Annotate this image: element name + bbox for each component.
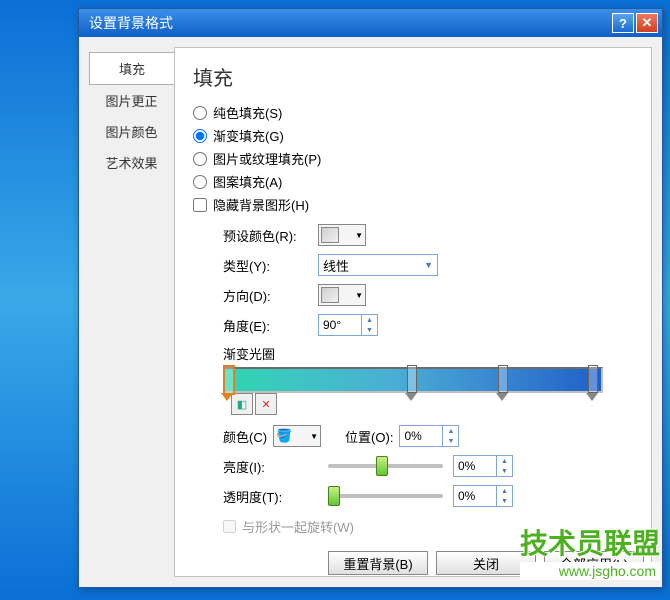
chevron-down-icon: ▼ [310, 432, 318, 441]
gradient-settings: 预设颜色(R): ▼ 类型(Y): 线性 ▼ 方向(D): [193, 224, 633, 336]
transparency-slider[interactable] [328, 494, 443, 498]
spinner-down-icon[interactable]: ▼ [442, 436, 458, 446]
spinner-up-icon[interactable]: ▲ [496, 456, 512, 466]
watermark-text: 技术员联盟 [520, 522, 660, 562]
checkbox-hide-bg-input[interactable] [193, 198, 207, 212]
transparency-label: 透明度(T): [223, 487, 318, 506]
chevron-down-icon: ▼ [355, 291, 363, 300]
radio-pattern-fill[interactable]: 图案填充(A) [193, 172, 633, 191]
gradient-stops-row: ◧ ✕ [223, 367, 633, 415]
preset-color-label: 预设颜色(R): [223, 226, 318, 245]
spinner-down-icon[interactable]: ▼ [496, 466, 512, 476]
dialog-body: 填充 图片更正 图片颜色 艺术效果 填充 纯色填充(S) 渐变填充(G) 图片或… [79, 37, 662, 587]
direction-dropdown[interactable]: ▼ [318, 284, 366, 306]
transparency-thumb[interactable] [328, 486, 340, 506]
preset-swatch-icon [321, 227, 339, 243]
spinner-down-icon[interactable]: ▼ [496, 496, 512, 506]
titlebar: 设置背景格式 ? ✕ [79, 9, 662, 37]
radio-picture-input[interactable] [193, 152, 207, 166]
brightness-label: 亮度(I): [223, 457, 318, 476]
gradient-stop-2[interactable] [405, 365, 417, 399]
brightness-spinner[interactable]: 0% ▲ ▼ [453, 455, 513, 477]
rotate-label: 与形状一起旋转(W) [242, 517, 354, 536]
transparency-spinner[interactable]: 0% ▲ ▼ [453, 485, 513, 507]
transparency-value: 0% [458, 489, 475, 503]
radio-gradient-input[interactable] [193, 129, 207, 143]
format-background-dialog: 设置背景格式 ? ✕ 填充 图片更正 图片颜色 艺术效果 填充 纯色填充(S) … [78, 8, 663, 588]
help-button[interactable]: ? [612, 13, 634, 33]
radio-solid-fill[interactable]: 纯色填充(S) [193, 103, 633, 122]
remove-stop-icon: ✕ [261, 398, 270, 411]
gradient-bar[interactable] [223, 367, 603, 393]
brightness-slider[interactable] [328, 464, 443, 468]
panel-title: 填充 [193, 62, 633, 91]
spinner-up-icon[interactable]: ▲ [442, 426, 458, 436]
checkbox-hide-background[interactable]: 隐藏背景图形(H) [193, 195, 633, 214]
spinner-down-icon[interactable]: ▼ [361, 325, 377, 335]
direction-label: 方向(D): [223, 286, 318, 305]
sidebar-item-fill[interactable]: 填充 [89, 52, 174, 85]
radio-pattern-input[interactable] [193, 175, 207, 189]
type-value: 线性 [323, 256, 349, 275]
main-panel: 填充 纯色填充(S) 渐变填充(G) 图片或纹理填充(P) 图案填充(A) 隐藏… [174, 47, 652, 577]
add-stop-button[interactable]: ◧ [231, 393, 253, 415]
close-button[interactable]: ✕ [636, 13, 658, 33]
type-select[interactable]: 线性 ▼ [318, 254, 438, 276]
watermark-url: www.jsgho.com [520, 562, 660, 580]
brightness-thumb[interactable] [376, 456, 388, 476]
titlebar-title: 设置背景格式 [89, 13, 610, 33]
position-label: 位置(O): [345, 427, 393, 446]
remove-stop-button[interactable]: ✕ [255, 393, 277, 415]
angle-spinner[interactable]: 90° ▲ ▼ [318, 314, 378, 336]
position-spinner[interactable]: 0% ▲ ▼ [399, 425, 459, 447]
angle-label: 角度(E): [223, 316, 318, 335]
reset-background-button[interactable]: 重置背景(B) [328, 551, 428, 575]
spinner-up-icon[interactable]: ▲ [496, 486, 512, 496]
color-label: 颜色(C) [223, 427, 267, 446]
type-label: 类型(Y): [223, 256, 318, 275]
watermark: 技术员联盟 www.jsgho.com [520, 522, 660, 580]
checkbox-hide-bg-label: 隐藏背景图形(H) [213, 195, 309, 214]
brightness-value: 0% [458, 459, 475, 473]
radio-gradient-label: 渐变填充(G) [213, 126, 284, 145]
radio-solid-input[interactable] [193, 106, 207, 120]
position-value: 0% [404, 429, 421, 443]
sidebar-item-picture-color[interactable]: 图片颜色 [89, 116, 174, 147]
direction-swatch-icon [321, 287, 339, 303]
radio-solid-label: 纯色填充(S) [213, 103, 282, 122]
rotate-checkbox [223, 520, 236, 533]
radio-picture-label: 图片或纹理填充(P) [213, 149, 321, 168]
gradient-stop-4[interactable] [586, 365, 598, 399]
gradient-stop-1[interactable] [221, 365, 233, 399]
chevron-down-icon: ▼ [424, 260, 433, 270]
preset-color-dropdown[interactable]: ▼ [318, 224, 366, 246]
gradient-stop-3[interactable] [496, 365, 508, 399]
radio-gradient-fill[interactable]: 渐变填充(G) [193, 126, 633, 145]
radio-pattern-label: 图案填充(A) [213, 172, 282, 191]
sidebar-item-picture-corrections[interactable]: 图片更正 [89, 85, 174, 116]
add-stop-icon: ◧ [237, 398, 247, 411]
spinner-up-icon[interactable]: ▲ [361, 315, 377, 325]
chevron-down-icon: ▼ [355, 231, 363, 240]
paint-bucket-icon: 🪣 [276, 428, 292, 444]
angle-value: 90° [323, 318, 341, 332]
radio-picture-fill[interactable]: 图片或纹理填充(P) [193, 149, 633, 168]
gradient-stops-label: 渐变光圈 [223, 344, 633, 363]
sidebar-item-artistic-effects[interactable]: 艺术效果 [89, 147, 174, 178]
sidebar: 填充 图片更正 图片颜色 艺术效果 [89, 47, 174, 577]
color-picker-button[interactable]: 🪣 ▼ [273, 425, 321, 447]
